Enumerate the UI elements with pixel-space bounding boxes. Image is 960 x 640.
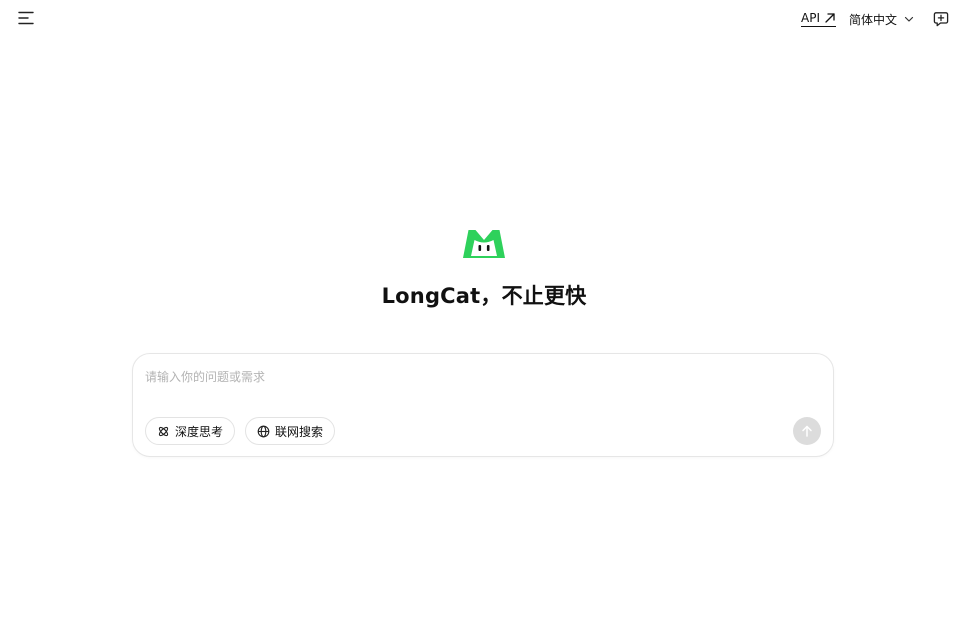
web-search-button[interactable]: 联网搜索 — [245, 417, 336, 445]
chat-input-box: 深度思考 联网搜索 — [132, 353, 834, 457]
send-button[interactable] — [793, 417, 821, 445]
deep-think-label: 深度思考 — [175, 424, 224, 439]
new-chat-icon — [933, 12, 949, 27]
chevron-down-icon — [904, 16, 914, 22]
new-chat-button[interactable] — [932, 10, 950, 28]
menu-button[interactable] — [17, 9, 35, 27]
language-label: 简体中文 — [848, 12, 897, 27]
api-link-label: API — [801, 11, 820, 25]
top-right-controls: API 简体中文 — [801, 8, 950, 30]
arrow-up-icon — [802, 425, 812, 437]
globe-icon — [257, 425, 270, 437]
arrow-up-right-icon — [825, 13, 835, 23]
web-search-label: 联网搜索 — [275, 424, 324, 439]
longcat-logo — [462, 226, 506, 260]
menu-icon — [18, 11, 34, 25]
atom-icon — [158, 426, 169, 436]
language-selector[interactable]: 简体中文 — [849, 11, 914, 28]
chat-input[interactable] — [145, 366, 785, 388]
hero-title: LongCat，不止更快 — [381, 284, 587, 308]
api-link[interactable]: API — [801, 11, 836, 27]
page: API 简体中文 LongCat，不止更快 请输入你的问题或需求 深度思考 联网… — [0, 0, 960, 640]
deep-think-button[interactable]: 深度思考 — [145, 417, 236, 445]
longcat-logo-icon — [463, 230, 505, 258]
